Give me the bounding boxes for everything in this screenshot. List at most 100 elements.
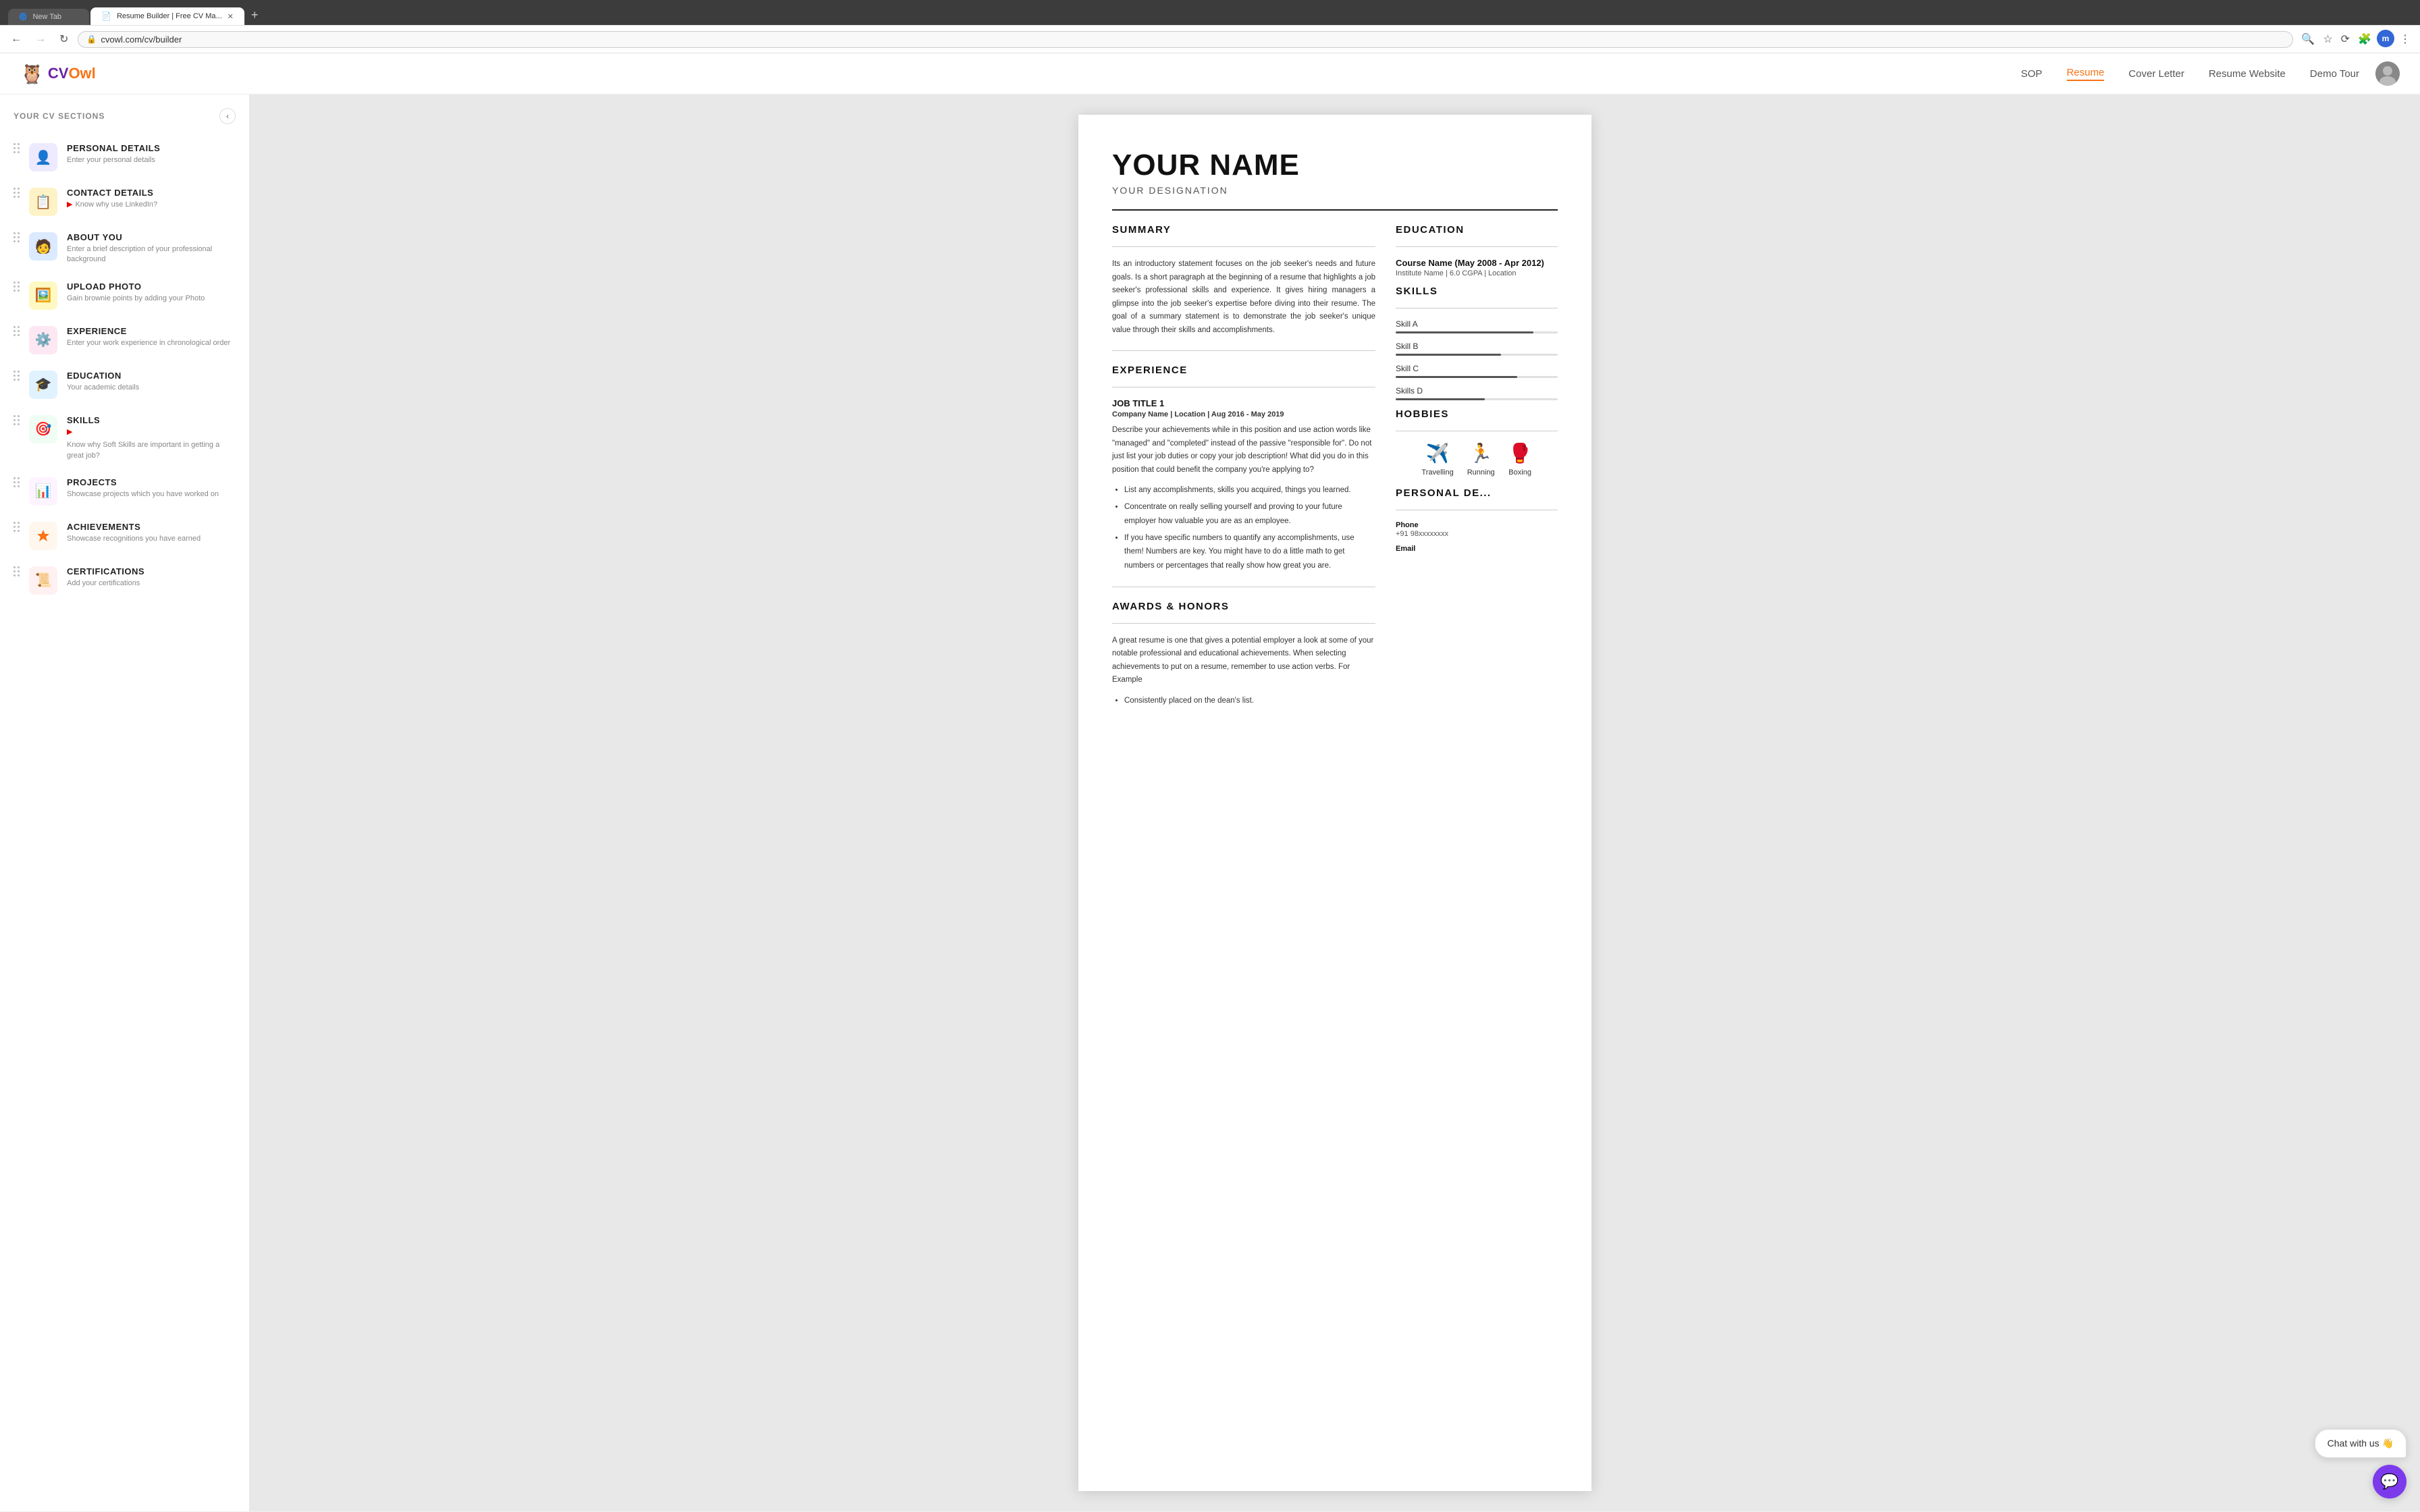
email-field: Email [1396,545,1558,553]
skill-d: Skills D [1396,386,1558,400]
sidebar-item-achievements[interactable]: ACHIEVEMENTS Showcase recognitions you h… [0,514,249,558]
drag-handle-about [14,232,20,242]
achievements-icon [29,522,57,550]
skill-b-label: Skill B [1396,342,1558,351]
contact-details-desc: ▶ Know why use LinkedIn? [67,200,236,210]
running-label: Running [1467,468,1495,477]
drag-handle-contact [14,188,20,198]
travelling-label: Travelling [1421,468,1453,477]
projects-desc: Showcase projects which you have worked … [67,489,236,500]
hobbies-section: HOBBIES ✈️ Travelling 🏃 Running [1396,408,1558,477]
resume-header-divider [1112,209,1558,211]
chat-widget: Chat with us 👋 💬 [2315,1429,2406,1498]
address-bar[interactable]: 🔒 cvowl.com/cv/builder [78,31,2293,48]
boxing-icon: 🥊 [1508,442,1532,464]
browser-user-avatar[interactable]: m [2377,30,2394,47]
experience-title: EXPERIENCE [1112,364,1375,376]
extensions-icon[interactable]: 🧩 [2355,30,2374,49]
certifications-label: CERTIFICATIONS [67,566,236,576]
education-section: EDUCATION Course Name (May 2008 - Apr 20… [1396,224,1558,277]
skill-a-label: Skill A [1396,319,1558,329]
nav-resume[interactable]: Resume [2067,67,2105,81]
resume-left-column: SUMMARY Its an introductory statement fo… [1112,224,1375,710]
hobby-running: 🏃 Running [1467,442,1495,477]
experience-section: EXPERIENCE JOB TITLE 1 Company Name | Lo… [1112,364,1375,572]
lock-icon: 🔒 [86,34,97,44]
back-button[interactable]: ← [7,30,26,48]
sidebar-item-personal-details[interactable]: 👤 PERSONAL DETAILS Enter your personal d… [0,135,249,180]
sidebar-item-skills[interactable]: 🎯 SKILLS ▶ Know why Soft Skills are impo… [0,407,249,469]
sidebar-item-education[interactable]: 🎓 EDUCATION Your academic details [0,362,249,407]
personal-details-label: PERSONAL DETAILS [67,143,236,153]
personal-details-icon: 👤 [29,143,57,171]
skill-d-label: Skills D [1396,386,1558,396]
zoom-icon[interactable]: 🔍 [2298,30,2317,49]
drag-handle-personal [14,143,20,153]
logo-text: CVOwl [48,65,96,82]
preview-area: YOUR NAME YOUR DESIGNATION SUMMARY Its a… [250,94,2420,1511]
chat-button[interactable]: 💬 [2373,1465,2406,1498]
nav-sop[interactable]: SOP [2021,68,2043,80]
sidebar-item-projects[interactable]: 📊 PROJECTS Showcase projects which you h… [0,469,249,514]
job-bullets-list: List any accomplishments, skills you acq… [1112,483,1375,572]
certifications-desc: Add your certifications [67,578,236,589]
sidebar-item-experience[interactable]: ⚙️ EXPERIENCE Enter your work experience… [0,318,249,362]
skills-section-title: SKILLS [1396,286,1558,297]
experience-icon: ⚙️ [29,326,57,354]
education-desc: Your academic details [67,383,236,393]
drag-handle-education [14,371,20,381]
job-bullet-1: List any accomplishments, skills you acq… [1124,483,1375,497]
logo[interactable]: 🦉 CVOwl [20,63,96,85]
refresh-button[interactable]: ↻ [55,30,72,49]
forward-button[interactable]: → [31,30,50,48]
menu-icon[interactable]: ⋮ [2397,30,2413,49]
hobby-travelling: ✈️ Travelling [1421,442,1453,477]
new-tab-button[interactable]: + [246,5,264,25]
summary-title: SUMMARY [1112,224,1375,236]
contact-details-label: CONTACT DETAILS [67,188,236,198]
upload-photo-desc: Gain brownie points by adding your Photo [67,294,236,304]
certifications-icon: 📜 [29,566,57,595]
skills-desc: ▶ Know why Soft Skills are important in … [67,427,236,461]
sidebar-item-certifications[interactable]: 📜 CERTIFICATIONS Add your certifications [0,558,249,603]
bookmark-icon[interactable]: ☆ [2320,30,2335,49]
resume-name: YOUR NAME [1112,148,1558,182]
drag-handle-photo [14,281,20,292]
active-tab[interactable]: 📄 Resume Builder | Free CV Ma... ✕ [90,7,244,25]
phone-value: +91 98xxxxxxxx [1396,530,1558,538]
sidebar-collapse-button[interactable]: ‹ [219,108,236,124]
email-label: Email [1396,545,1558,553]
summary-divider [1112,246,1375,247]
sidebar-item-contact-details[interactable]: 📋 CONTACT DETAILS ▶ Know why use LinkedI… [0,180,249,224]
education-label: EDUCATION [67,371,236,381]
tab-close-icon[interactable]: ✕ [228,12,234,21]
course-name: Course Name (May 2008 - Apr 2012) [1396,258,1558,268]
sidebar-item-about-you[interactable]: 🧑 ABOUT YOU Enter a brief description of… [0,224,249,273]
resume-header: YOUR NAME YOUR DESIGNATION [1112,148,1558,211]
skill-c: Skill C [1396,364,1558,378]
youtube-icon-skills: ▶ [67,427,72,437]
top-nav: 🦉 CVOwl SOP Resume Cover Letter Resume W… [0,53,2420,94]
contact-details-icon: 📋 [29,188,57,216]
projects-icon: 📊 [29,477,57,506]
education-icon: 🎓 [29,371,57,399]
nav-demo-tour[interactable]: Demo Tour [2310,68,2359,80]
experience-label: EXPERIENCE [67,326,236,336]
sidebar-item-upload-photo[interactable]: 🖼️ UPLOAD PHOTO Gain brownie points by a… [0,273,249,318]
nav-cover-letter[interactable]: Cover Letter [2128,68,2184,80]
reload-icon[interactable]: ⟳ [2338,30,2352,49]
about-you-icon: 🧑 [29,232,57,261]
achievements-desc: Showcase recognitions you have earned [67,534,236,544]
education-title: EDUCATION [1396,224,1558,236]
hobbies-grid: ✈️ Travelling 🏃 Running 🥊 Boxing [1396,442,1558,477]
travelling-icon: ✈️ [1426,442,1450,464]
personal-details-resume-title: PERSONAL DE... [1396,487,1558,499]
drag-handle-skills [14,415,20,425]
skills-label: SKILLS [67,415,236,425]
user-avatar[interactable] [2375,61,2400,86]
job-desc: Describe your achievements while in this… [1112,424,1375,477]
nav-resume-website[interactable]: Resume Website [2209,68,2286,80]
resume-body: SUMMARY Its an introductory statement fo… [1112,224,1558,710]
personal-details-resume-section: PERSONAL DE... Phone +91 98xxxxxxxx Emai… [1396,487,1558,553]
summary-text: Its an introductory statement focuses on… [1112,258,1375,337]
